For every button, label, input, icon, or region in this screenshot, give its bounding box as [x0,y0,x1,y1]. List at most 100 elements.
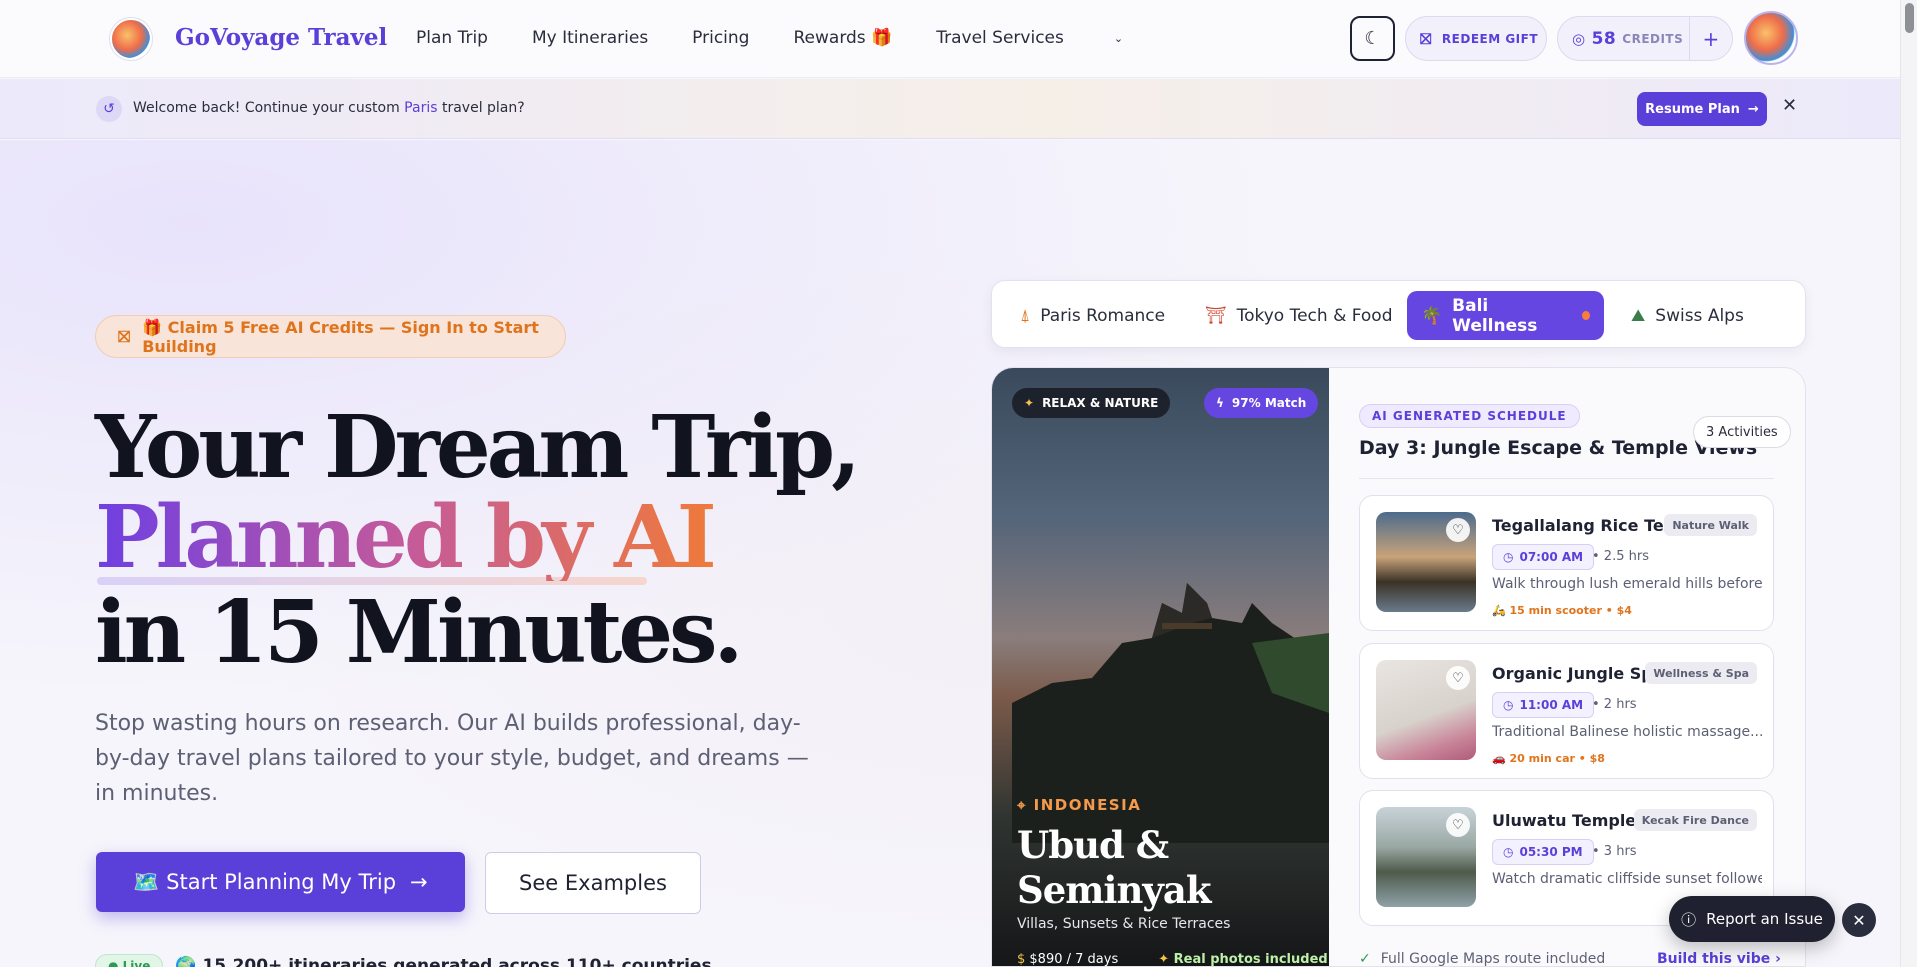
activity-duration: • 2.5 hrs [1592,549,1649,564]
arrow-right-icon: → [1747,101,1759,117]
credits-pill[interactable]: ◎ 58 CREDITS + [1557,16,1733,61]
sparkle-icon: ✦ [1158,952,1174,967]
activity-thumbnail: ♡ [1376,660,1476,760]
theme-toggle-button[interactable]: ☾ [1350,16,1395,61]
nav-plan-trip[interactable]: Plan Trip [416,28,488,48]
tab-swiss-alps[interactable]: ⛰ Swiss Alps [1617,291,1758,340]
photos-label: Real photos included [1173,952,1328,967]
photo-footer: $ $890 / 7 days ✦ Real photos included [1017,952,1328,967]
tab-paris-romance[interactable]: ⍋ Paris Romance [1006,291,1179,340]
see-examples-button[interactable]: See Examples [485,852,701,914]
activity-tag: Kecak Fire Dance [1633,809,1757,831]
nav-pricing[interactable]: Pricing [692,28,749,48]
price-label: $890 / 7 days [1029,952,1119,967]
tab-tokyo-tech-food[interactable]: ⛩ Tokyo Tech & Food [1191,291,1407,340]
history-icon: ↺ [96,96,122,122]
heart-icon[interactable]: ♡ [1446,813,1470,837]
match-badge-label: 97% Match [1231,396,1307,410]
mountain-icon: ⛰ [1631,305,1646,326]
report-close-icon[interactable]: ✕ [1842,903,1876,937]
activity-thumbnail: ♡ [1376,512,1476,612]
brand-logo[interactable] [110,18,152,60]
clock-icon: ◷ [1503,550,1514,564]
credits-count: 58 [1591,28,1617,49]
nav-travel-services[interactable]: Travel Services ⌄ [936,28,1167,48]
match-badge: ϟ 97% Match [1204,388,1319,418]
itinerary-preview-card: ✦ RELAX & NATURE ϟ 97% Match ⌖ INDONESIA U… [991,367,1806,967]
country-name: INDONESIA [1033,796,1142,814]
user-avatar[interactable] [1744,11,1798,65]
activity-tag: Wellness & Spa [1645,662,1757,684]
activity-transport-label: 20 min car • $8 [1509,752,1605,765]
car-icon: 🚗 [1492,752,1510,765]
coins-icon: ◎ [1572,29,1586,48]
location-pin-icon: ⌖ [1017,796,1034,814]
hero-title-line2: Planned by AI [95,487,717,588]
clock-icon: ◷ [1503,698,1514,712]
hero-title-line1: Your Dream Trip, [95,397,861,498]
nav-travel-services-label: Travel Services [936,28,1064,48]
chevron-down-icon: ⌄ [1113,31,1124,45]
gift-icon: ⛝ [1420,29,1432,48]
maps-note: ✓ Full Google Maps route included [1359,951,1606,967]
add-credits-button[interactable]: + [1689,17,1732,60]
place-title: Ubud & Seminyak [1017,823,1211,913]
tab-bali-label: Bali Wellness [1452,295,1538,336]
palm-icon: 🌴 [1421,305,1443,326]
report-issue-button[interactable]: ⓘ Report an Issue [1669,896,1835,942]
activity-card[interactable]: ♡ Organic Jungle Spa ... Wellness & Spa … [1359,643,1774,779]
tab-paris-romance-label: Paris Romance [1040,305,1166,326]
brand-name[interactable]: GoVoyage Travel [175,24,387,51]
schedule-panel: AI GENERATED SCHEDULE Day 3: Jungle Esca… [1329,368,1805,967]
welcome-banner: ↺ Welcome back! Continue your custom Par… [0,79,1900,139]
place-line1: Ubud & [1017,823,1169,867]
claim-credits-badge[interactable]: ⛝ 🎁 Claim 5 Free AI Credits — Sign In to … [95,315,566,358]
activity-thumbnail: ♡ [1376,807,1476,907]
check-icon: ✓ [1359,951,1371,967]
redeem-gift-label: REDEEM GIFT [1441,31,1539,46]
activity-description: Walk through lush emerald hills before..… [1492,576,1762,592]
start-planning-button[interactable]: 🗺️ Start Planning My Trip → [96,852,465,912]
redeem-gift-button[interactable]: ⛝ REDEEM GIFT [1405,16,1547,61]
country-label: ⌖ INDONESIA [1017,796,1141,814]
scrollbar-thumb[interactable] [1905,3,1914,33]
heart-icon[interactable]: ♡ [1446,518,1470,542]
nav-rewards[interactable]: Rewards 🎁 [793,28,892,48]
banner-close-icon[interactable]: ✕ [1782,95,1797,116]
banner-destination-link[interactable]: Paris [404,100,437,116]
heart-icon[interactable]: ♡ [1446,666,1470,690]
destination-tabs: ⍋ Paris Romance ⛩ Tokyo Tech & Food 🌴 Bali … [991,280,1806,348]
hero-subtitle: Stop wasting hours on research. Our AI b… [95,711,809,806]
place-tagline: Villas, Sunsets & Rice Terraces [1017,916,1231,932]
activity-card[interactable]: ♡ Tegallalang Rice Terrac... Nature Walk… [1359,495,1774,631]
tab-bali-wellness[interactable]: 🌴 Bali Wellness [1407,291,1604,340]
activity-duration: • 3 hrs [1592,844,1637,859]
destination-photo: ✦ RELAX & NATURE ϟ 97% Match ⌖ INDONESIA U… [992,368,1329,967]
activities-count-badge: 3 Activities [1693,416,1791,448]
ai-generated-tag: AI GENERATED SCHEDULE [1359,404,1580,428]
claim-credits-label: 🎁 Claim 5 Free AI Credits — Sign In to S… [142,317,539,356]
torii-icon: ⛩ [1205,305,1227,326]
gift-icon: ⛝ [118,326,131,346]
divider [1359,478,1774,479]
dollar-icon: $ [1017,952,1030,967]
active-dot [1582,311,1590,320]
activity-description: Traditional Balinese holistic massage... [1492,724,1762,740]
activity-time-label: 07:00 AM [1519,550,1584,564]
banner-text-before: Welcome back! Continue your custom [133,100,405,116]
main-menu: Plan Trip My Itineraries Pricing Rewards… [416,28,1211,48]
maps-note-label: Full Google Maps route included [1380,951,1606,967]
activity-transport: 🚗 20 min car • $8 [1492,752,1605,765]
activity-transport: 🛵 15 min scooter • $4 [1492,604,1632,617]
itineraries-stat: 🌍 15,200+ itineraries generated across 1… [175,956,712,967]
banner-message: Welcome back! Continue your custom Paris… [133,100,525,116]
vibe-badge: ✦ RELAX & NATURE [1012,388,1171,418]
resume-plan-button[interactable]: Resume Plan → [1637,92,1767,126]
page-scrollbar[interactable] [1900,0,1917,967]
nav-my-itineraries[interactable]: My Itineraries [532,28,648,48]
build-this-vibe-link[interactable]: Build this vibe › [1657,951,1781,966]
photos-info: ✦ Real photos included [1158,952,1328,967]
resume-plan-label: Resume Plan [1645,101,1740,117]
arrow-right-icon: → [410,870,428,894]
top-navbar: GoVoyage Travel Plan Trip My Itineraries… [0,0,1900,78]
